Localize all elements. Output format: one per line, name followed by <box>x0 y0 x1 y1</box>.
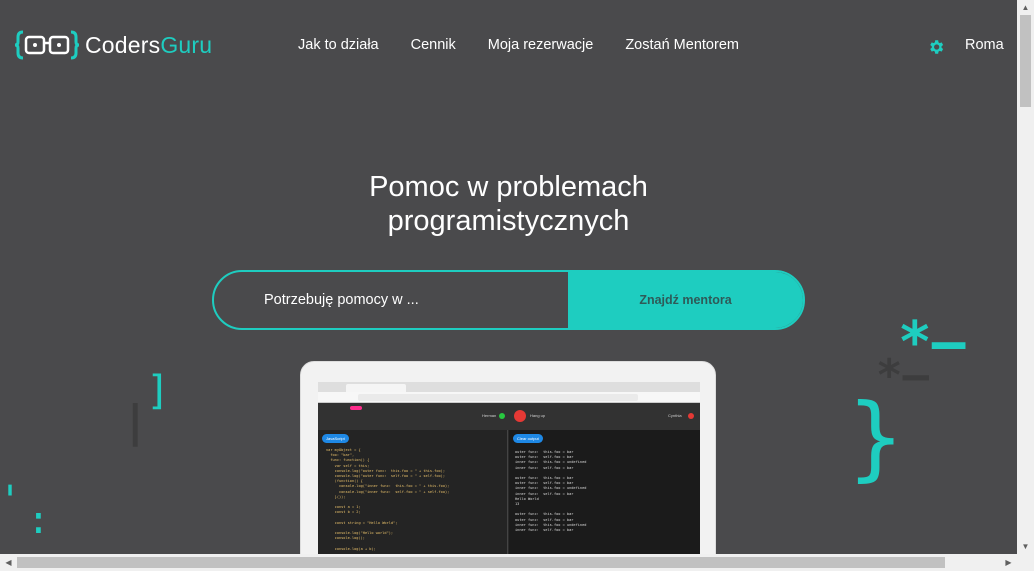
vertical-scrollbar[interactable]: ▲ ▼ <box>1017 0 1034 554</box>
deco-colon: : <box>27 498 50 542</box>
browser-tab <box>346 384 406 392</box>
code-lines: var myObject = { foo: "bar", func: funct… <box>326 448 450 551</box>
find-mentor-button[interactable]: Znajdź mentora <box>568 272 803 328</box>
hangup-icon <box>514 410 526 422</box>
browser-tabs <box>318 382 700 392</box>
deco-brace-right: } <box>848 384 904 491</box>
nav-pricing[interactable]: Cennik <box>411 37 456 53</box>
app-screenshot: Herman Hang up Cynthia JavaScript var my… <box>318 382 700 571</box>
call-bar: Herman Hang up Cynthia <box>318 403 700 430</box>
glasses-brackets-icon <box>15 30 79 60</box>
hero-title-line1: Pomoc w problemach <box>369 171 648 203</box>
left-participant: Herman <box>482 413 497 418</box>
nav-become-mentor[interactable]: Zostań Mentorem <box>625 37 739 53</box>
scroll-down-arrow-icon[interactable]: ▼ <box>1017 539 1034 554</box>
scrollbar-corner <box>1017 554 1034 571</box>
language-pill: JavaScript <box>322 434 349 443</box>
clear-output-pill: Clear output <box>513 434 543 443</box>
output-lines: outer func: this.foo = bar outer func: s… <box>515 450 587 533</box>
code-editor: JavaScript var myObject = { foo: "bar", … <box>318 430 508 571</box>
logo-text-coders: Coders <box>85 31 161 58</box>
logo-text: CodersGuru <box>85 32 212 59</box>
url-field <box>358 394 638 401</box>
deco-quote: ' <box>0 478 23 524</box>
logo-text-guru: Guru <box>160 31 213 58</box>
offline-dot <box>688 413 694 419</box>
nav-my-bookings[interactable]: Moja rezerwacje <box>488 37 594 53</box>
deco-shadow-left: | <box>122 396 149 447</box>
horizontal-scrollbar[interactable]: ◀ ▶ <box>0 554 1017 571</box>
horizontal-scroll-thumb[interactable] <box>17 557 945 568</box>
hangup-label: Hang up <box>530 413 546 418</box>
deco-bracket-left: ] <box>146 368 171 414</box>
scroll-left-arrow-icon[interactable]: ◀ <box>0 555 17 570</box>
scroll-up-arrow-icon[interactable]: ▲ <box>1017 0 1034 15</box>
logo[interactable]: CodersGuru <box>15 30 212 60</box>
scroll-right-arrow-icon[interactable]: ▶ <box>1000 555 1017 570</box>
gear-icon[interactable] <box>927 38 945 56</box>
right-participant: Cynthia <box>668 413 682 418</box>
nav-how-it-works[interactable]: Jak to działa <box>298 37 379 53</box>
browser-url-bar <box>318 392 700 403</box>
user-name[interactable]: Roma <box>965 37 1004 53</box>
hero-title-line2: programistycznych <box>387 205 630 237</box>
mentor-search: Znajdź mentora <box>212 270 805 330</box>
vertical-scroll-thumb[interactable] <box>1020 15 1031 107</box>
output-pane: Clear output outer func: this.foo = bar … <box>509 430 700 571</box>
laptop-preview: Herman Hang up Cynthia JavaScript var my… <box>300 361 716 571</box>
hero-title: Pomoc w problemach programistycznych <box>0 170 1017 238</box>
search-input[interactable] <box>214 272 568 328</box>
badge <box>350 406 362 410</box>
main-nav: Jak to działa Cennik Moja rezerwacje Zos… <box>298 37 771 53</box>
online-dot <box>499 413 505 419</box>
